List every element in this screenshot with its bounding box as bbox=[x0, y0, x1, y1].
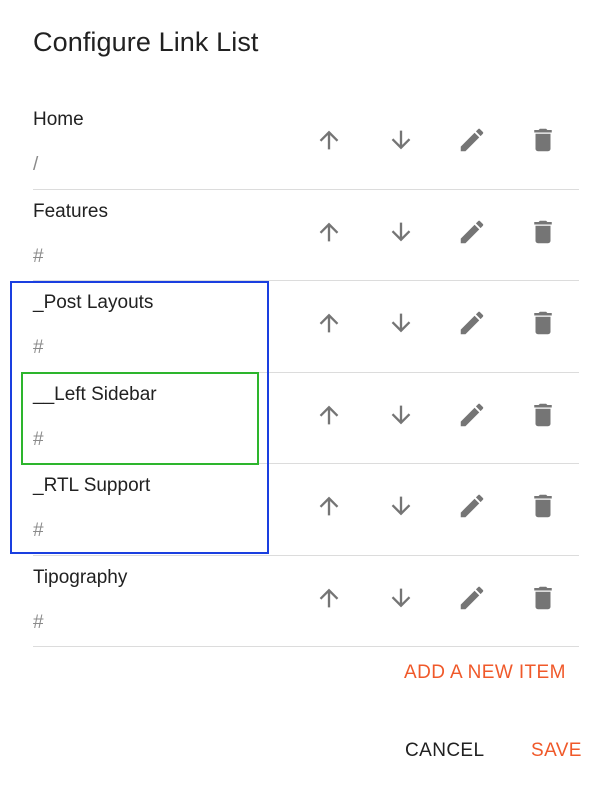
edit-button[interactable] bbox=[454, 488, 490, 524]
link-url: # bbox=[33, 337, 44, 358]
delete-button[interactable] bbox=[525, 488, 561, 524]
arrow-down-icon bbox=[387, 584, 415, 612]
arrow-up-icon bbox=[315, 126, 343, 154]
edit-button[interactable] bbox=[454, 397, 490, 433]
arrow-up-icon bbox=[315, 492, 343, 520]
link-url: # bbox=[33, 428, 44, 450]
dialog-title: Configure Link List bbox=[33, 27, 259, 57]
delete-button[interactable] bbox=[525, 580, 561, 616]
pencil-icon bbox=[457, 491, 487, 521]
trash-icon bbox=[528, 308, 558, 338]
delete-button[interactable] bbox=[525, 305, 561, 341]
link-title: Features bbox=[33, 200, 108, 222]
link-row-tipography: Tipography # bbox=[33, 556, 579, 647]
trash-icon bbox=[528, 400, 558, 430]
link-title: _RTL Support bbox=[33, 475, 151, 496]
move-down-button[interactable] bbox=[383, 122, 419, 158]
pencil-icon bbox=[457, 583, 487, 613]
move-up-button[interactable] bbox=[311, 397, 347, 433]
link-title: Home bbox=[33, 109, 84, 130]
pencil-icon bbox=[457, 217, 487, 247]
link-row-post-layouts: _Post Layouts # bbox=[33, 281, 579, 373]
move-down-button[interactable] bbox=[383, 488, 419, 524]
link-row-rtl-support: _RTL Support # bbox=[33, 464, 579, 556]
row-actions bbox=[311, 281, 561, 372]
trash-icon bbox=[528, 217, 558, 247]
trash-icon bbox=[528, 125, 558, 155]
arrow-up-icon bbox=[315, 584, 343, 612]
pencil-icon bbox=[457, 400, 487, 430]
trash-icon bbox=[528, 491, 558, 521]
link-url: # bbox=[33, 245, 44, 267]
move-up-button[interactable] bbox=[311, 122, 347, 158]
pencil-icon bbox=[457, 308, 487, 338]
save-button[interactable]: SAVE bbox=[531, 739, 582, 763]
arrow-up-icon bbox=[315, 218, 343, 246]
link-row-features: Features # bbox=[33, 190, 579, 281]
link-row-home: Home / bbox=[33, 98, 579, 190]
move-up-button[interactable] bbox=[311, 305, 347, 341]
delete-button[interactable] bbox=[525, 214, 561, 250]
trash-icon bbox=[528, 583, 558, 613]
pencil-icon bbox=[457, 125, 487, 155]
move-up-button[interactable] bbox=[311, 214, 347, 250]
move-up-button[interactable] bbox=[311, 488, 347, 524]
edit-button[interactable] bbox=[454, 305, 490, 341]
delete-button[interactable] bbox=[525, 397, 561, 433]
move-down-button[interactable] bbox=[383, 305, 419, 341]
move-down-button[interactable] bbox=[383, 397, 419, 433]
link-row-left-sidebar: __Left Sidebar # bbox=[33, 373, 579, 464]
row-actions bbox=[311, 373, 561, 464]
row-actions bbox=[311, 98, 561, 189]
arrow-down-icon bbox=[387, 218, 415, 246]
arrow-down-icon bbox=[387, 401, 415, 429]
arrow-down-icon bbox=[387, 126, 415, 154]
edit-button[interactable] bbox=[454, 580, 490, 616]
link-title: __Left Sidebar bbox=[33, 383, 157, 405]
link-list: Home / Features # _Post Layouts # __Left bbox=[33, 98, 579, 647]
arrow-up-icon bbox=[315, 309, 343, 337]
add-new-item-button[interactable]: ADD A NEW ITEM bbox=[404, 661, 566, 685]
link-url: / bbox=[33, 154, 39, 175]
cancel-button[interactable]: CANCEL bbox=[405, 739, 484, 763]
arrow-up-icon bbox=[315, 401, 343, 429]
row-actions bbox=[311, 556, 561, 647]
link-url: # bbox=[33, 611, 44, 633]
edit-button[interactable] bbox=[454, 214, 490, 250]
move-up-button[interactable] bbox=[311, 580, 347, 616]
link-url: # bbox=[33, 520, 44, 541]
link-title: Tipography bbox=[33, 566, 128, 588]
edit-button[interactable] bbox=[454, 122, 490, 158]
arrow-down-icon bbox=[387, 492, 415, 520]
move-down-button[interactable] bbox=[383, 580, 419, 616]
row-actions bbox=[311, 464, 561, 555]
arrow-down-icon bbox=[387, 309, 415, 337]
row-actions bbox=[311, 190, 561, 281]
move-down-button[interactable] bbox=[383, 214, 419, 250]
link-title: _Post Layouts bbox=[33, 292, 154, 313]
delete-button[interactable] bbox=[525, 122, 561, 158]
